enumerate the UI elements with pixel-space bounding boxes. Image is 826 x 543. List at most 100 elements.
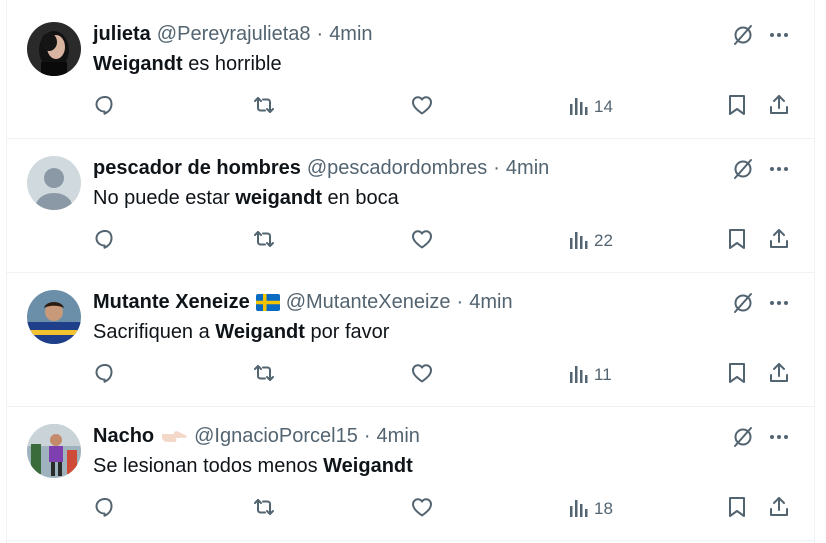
share-button[interactable] — [767, 227, 791, 256]
bookmark-button[interactable] — [725, 93, 749, 122]
share-icon — [767, 361, 791, 390]
timestamp[interactable]: 4min — [329, 23, 372, 46]
author-handle[interactable]: @Pereyrajulieta8 — [157, 23, 311, 46]
avatar[interactable] — [27, 22, 81, 76]
share-icon — [767, 495, 791, 524]
retweet-button[interactable] — [251, 95, 277, 119]
retweet-icon — [251, 361, 277, 390]
tweet-text-post: en boca — [322, 187, 399, 209]
share-icon — [767, 227, 791, 256]
views-count: 22 — [594, 231, 613, 250]
separator-dot: · — [493, 156, 500, 179]
like-button[interactable] — [410, 363, 434, 387]
tweet[interactable]: Mutante Xeneize @MutanteXeneize · 4min S… — [7, 273, 814, 407]
tweet-text-highlight: Weigandt — [323, 455, 413, 477]
views-icon — [568, 227, 590, 256]
author-handle[interactable]: @IgnacioPorcel15 — [194, 425, 358, 448]
bookmark-icon — [725, 227, 749, 256]
tweet-text-pre: Se lesionan todos menos — [93, 455, 324, 477]
reply-icon — [93, 361, 117, 390]
like-button[interactable] — [410, 229, 434, 253]
grok-icon[interactable] — [731, 425, 755, 449]
bookmark-button[interactable] — [725, 227, 749, 256]
reply-button[interactable] — [93, 229, 117, 253]
tweet-text-post: es horrible — [182, 53, 282, 75]
reply-button[interactable] — [93, 363, 117, 387]
bookmark-button[interactable] — [725, 361, 749, 390]
bookmark-icon — [725, 361, 749, 390]
share-button[interactable] — [767, 495, 791, 524]
views-icon — [568, 93, 590, 122]
pointing-hand-icon — [160, 426, 188, 446]
grok-icon[interactable] — [731, 157, 755, 181]
more-icon[interactable] — [767, 291, 791, 315]
avatar[interactable] — [27, 290, 81, 344]
like-button[interactable] — [410, 497, 434, 521]
tweet-text-highlight: weigandt — [235, 187, 322, 209]
bookmark-icon — [725, 93, 749, 122]
author-handle[interactable]: @MutanteXeneize — [286, 291, 451, 314]
separator-dot: · — [456, 290, 464, 313]
author-handle[interactable]: @pescadordombres — [307, 157, 487, 180]
tweet-text-highlight: Weigandt — [93, 53, 183, 75]
retweet-button[interactable] — [251, 497, 277, 521]
grok-icon[interactable] — [731, 291, 755, 315]
like-icon — [410, 361, 434, 390]
author-name[interactable]: julieta — [93, 23, 151, 46]
like-icon — [410, 93, 434, 122]
feed-border-right — [814, 0, 815, 543]
tweet-text: Weigandt es horrible — [93, 53, 282, 76]
timestamp[interactable]: 4min — [377, 425, 420, 448]
more-icon[interactable] — [767, 23, 791, 47]
tweet-text-highlight: Weigandt — [215, 321, 305, 343]
views-button[interactable]: 14 — [568, 95, 613, 119]
tweet[interactable]: julieta @Pereyrajulieta8 · 4min Weigandt… — [7, 5, 814, 139]
share-button[interactable] — [767, 93, 791, 122]
author-name[interactable]: pescador de hombres — [93, 157, 301, 180]
timestamp[interactable]: 4min — [469, 291, 512, 314]
share-icon — [767, 93, 791, 122]
more-icon[interactable] — [767, 157, 791, 181]
avatar[interactable] — [27, 424, 81, 478]
retweet-icon — [251, 93, 277, 122]
share-button[interactable] — [767, 361, 791, 390]
views-button[interactable]: 22 — [568, 229, 613, 253]
tweet[interactable]: pescador de hombres @pescadordombres · 4… — [7, 139, 814, 273]
tweet-text: Se lesionan todos menos Weigandt — [93, 455, 413, 478]
views-button[interactable]: 18 — [568, 497, 613, 521]
tweet[interactable]: Nacho @IgnacioPorcel15 · 4min Se lesiona… — [7, 407, 814, 541]
retweet-button[interactable] — [251, 363, 277, 387]
like-icon — [410, 495, 434, 524]
views-button[interactable]: 11 — [568, 363, 612, 387]
reply-button[interactable] — [93, 497, 117, 521]
tweet-feed: julieta @Pereyrajulieta8 · 4min Weigandt… — [0, 0, 826, 543]
bookmark-button[interactable] — [725, 495, 749, 524]
tweet-text: No puede estar weigandt en boca — [93, 187, 399, 210]
tweet-text-post: por favor — [304, 321, 390, 343]
separator-dot: · — [363, 424, 371, 447]
reply-icon — [93, 495, 117, 524]
views-count: 11 — [594, 365, 612, 384]
retweet-icon — [251, 495, 277, 524]
reply-button[interactable] — [93, 95, 117, 119]
views-icon — [568, 361, 590, 390]
views-count: 18 — [594, 499, 613, 518]
like-icon — [410, 227, 434, 256]
views-count: 14 — [594, 97, 613, 116]
timestamp[interactable]: 4min — [506, 157, 549, 180]
flag-sweden-icon — [255, 293, 280, 311]
reply-icon — [93, 93, 117, 122]
retweet-button[interactable] — [251, 229, 277, 253]
separator-dot: · — [316, 22, 324, 45]
avatar[interactable] — [27, 156, 81, 210]
bookmark-icon — [725, 495, 749, 524]
author-name[interactable]: Nacho — [93, 425, 154, 448]
like-button[interactable] — [410, 95, 434, 119]
views-icon — [568, 495, 590, 524]
grok-icon[interactable] — [731, 23, 755, 47]
tweet-text-pre: No puede estar — [93, 187, 236, 209]
tweet-text-pre: Sacrifiquen a — [93, 321, 216, 343]
tweet-text: Sacrifiquen a Weigandt por favor — [93, 321, 389, 344]
author-name[interactable]: Mutante Xeneize — [93, 291, 250, 314]
more-icon[interactable] — [767, 425, 791, 449]
